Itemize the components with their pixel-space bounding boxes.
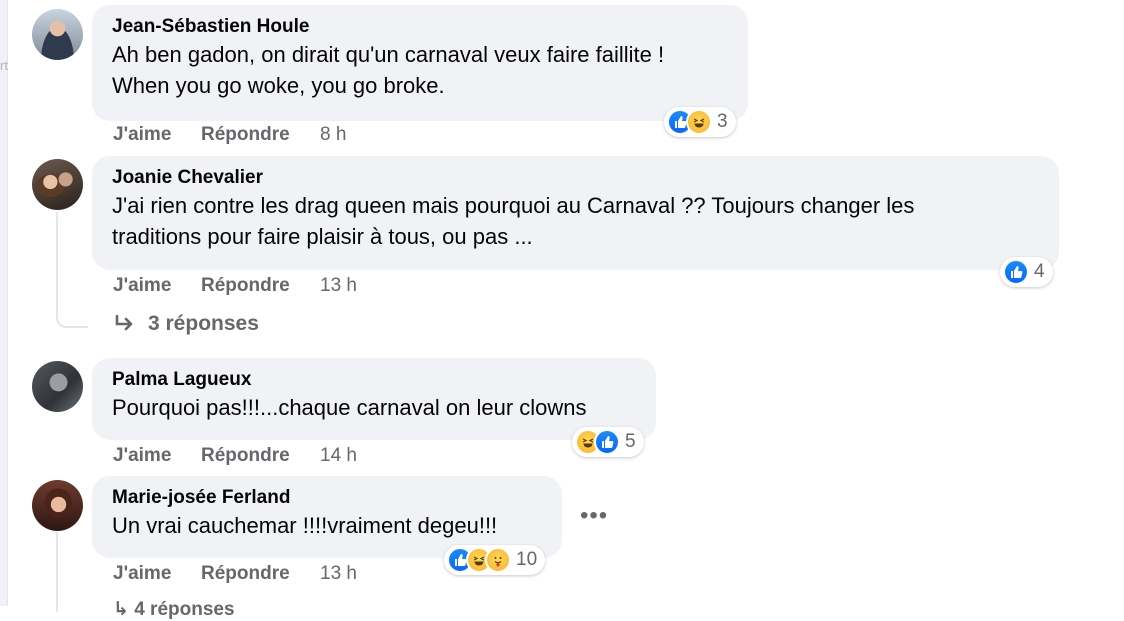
comment-bubble: Palma Lagueux Pourquoi pas!!!...chaque c… xyxy=(92,358,656,440)
reaction-count: 3 xyxy=(717,111,728,132)
left-edge-mark: rt xyxy=(0,58,8,73)
reply-arrow-icon xyxy=(115,314,133,331)
comment-author[interactable]: Palma Lagueux xyxy=(112,368,636,392)
reaction-summary[interactable]: 3 xyxy=(664,107,736,137)
reaction-count: 4 xyxy=(1034,261,1045,282)
avatar[interactable] xyxy=(32,159,83,210)
like-reaction-icon xyxy=(594,429,620,455)
reply-button[interactable]: Répondre xyxy=(201,275,290,297)
view-replies-link[interactable]: 3 réponses xyxy=(114,312,259,336)
reply-button[interactable]: Répondre xyxy=(201,445,290,467)
view-replies-link[interactable]: ↳ 4 réponses xyxy=(113,598,235,621)
care-reaction-icon xyxy=(485,547,511,573)
reaction-count: 10 xyxy=(516,549,538,570)
comment-text: J'ai rien contre les drag queen mais pou… xyxy=(112,193,915,249)
comment-text: Un vrai cauchemar !!!!vraiment degeu!!! xyxy=(112,513,498,538)
like-button[interactable]: J'aime xyxy=(113,275,171,297)
reply-thread-line xyxy=(56,212,88,328)
avatar[interactable] xyxy=(32,9,83,60)
comment-text: Pourquoi pas!!!...chaque carnaval on leu… xyxy=(112,395,587,420)
comment-timestamp[interactable]: 8 h xyxy=(320,124,346,146)
reaction-summary[interactable]: 4 xyxy=(1000,257,1053,287)
like-button[interactable]: J'aime xyxy=(113,563,171,585)
avatar[interactable] xyxy=(32,480,83,531)
comment-bubble: Jean-Sébastien Houle Ah ben gadon, on di… xyxy=(92,5,748,121)
reply-button[interactable]: Répondre xyxy=(201,563,290,585)
comment-author[interactable]: Joanie Chevalier xyxy=(112,166,1039,190)
haha-reaction-icon xyxy=(686,109,712,135)
comment-bubble: Joanie Chevalier J'ai rien contre les dr… xyxy=(92,156,1059,270)
like-button[interactable]: J'aime xyxy=(113,445,171,467)
left-edge-panel: rt xyxy=(0,0,8,606)
comment-author[interactable]: Jean-Sébastien Houle xyxy=(112,15,728,39)
comment-timestamp[interactable]: 13 h xyxy=(320,275,357,297)
replies-count-label: 3 réponses xyxy=(148,312,259,335)
reply-thread-line-2 xyxy=(56,532,58,612)
like-reaction-icon xyxy=(1003,259,1029,285)
comment-author[interactable]: Marie-josée Ferland xyxy=(112,486,542,510)
comment-text: Ah ben gadon, on dirait qu'un carnaval v… xyxy=(112,42,665,98)
reaction-count: 5 xyxy=(625,431,636,452)
comment-timestamp[interactable]: 13 h xyxy=(320,563,357,585)
reaction-summary[interactable]: 10 xyxy=(444,545,546,575)
avatar[interactable] xyxy=(32,361,83,412)
like-button[interactable]: J'aime xyxy=(113,124,171,146)
reply-button[interactable]: Répondre xyxy=(201,124,290,146)
reaction-summary[interactable]: 5 xyxy=(572,427,644,457)
more-options-button[interactable]: ••• xyxy=(580,504,608,528)
comment-timestamp[interactable]: 14 h xyxy=(320,445,357,467)
